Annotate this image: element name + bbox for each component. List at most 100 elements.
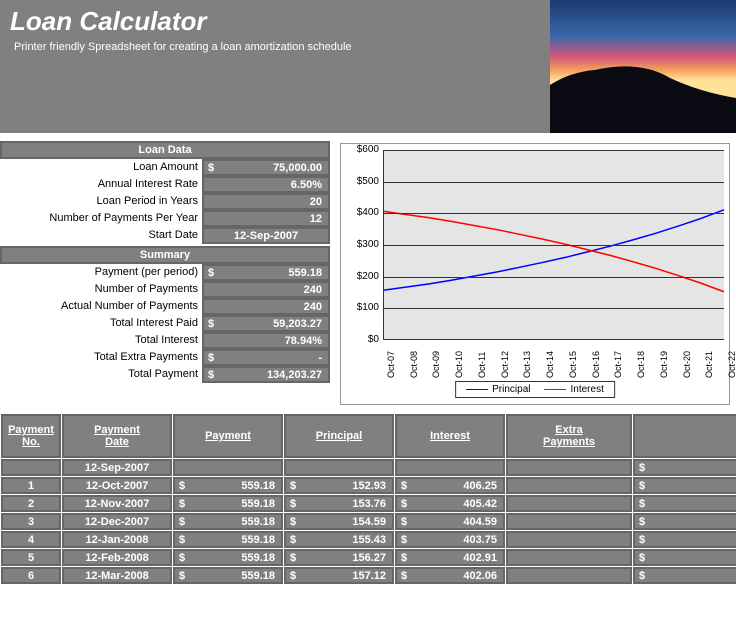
left-panel: Loan Data Loan Amount$75,000.00Annual In… [0,141,330,405]
col-header: PaymentNo. [1,414,61,458]
chart: $0$100$200$300$400$500$600 Oct-07Oct-08O… [340,143,730,405]
field-value: $59,203.27 [202,315,330,332]
legend-interest: Interest [571,384,604,395]
col-header: PaymentDate [62,414,172,458]
header: Loan Calculator Printer friendly Spreads… [0,0,736,133]
x-tick: Oct-18 [636,351,646,378]
field-label: Total Interest Paid [0,315,202,332]
table-cell: $152.93 [284,477,394,494]
table-row: 112-Oct-2007$559.18$152.93$406.25 $ [1,477,736,494]
table-cell: 5 [1,549,61,566]
table-cell: 12-Dec-2007 [62,513,172,530]
table-cell: $403.75 [395,531,505,548]
table-row: 312-Dec-2007$559.18$154.59$404.59 $ [1,513,736,530]
x-tick: Oct-07 [386,351,396,378]
x-tick: Oct-21 [704,351,714,378]
table-cell: 2 [1,495,61,512]
table-cell: 12-Jan-2008 [62,531,172,548]
x-tick: Oct-08 [409,351,419,378]
x-tick: Oct-19 [659,351,669,378]
table-cell: 12-Mar-2008 [62,567,172,584]
x-tick: Oct-14 [545,351,555,378]
x-tick: Oct-11 [477,352,487,378]
table-cell: 12-Nov-2007 [62,495,172,512]
table-row: 12-Sep-2007 $ [1,459,736,476]
field-label: Total Interest [0,332,202,349]
table-row: 412-Jan-2008$559.18$155.43$403.75$ [1,531,736,548]
field-label: Start Date [0,227,202,244]
legend-principal: Principal [492,384,530,395]
x-tick: Oct-17 [613,351,623,378]
table-cell [506,549,632,566]
table-cell: $ [633,477,736,494]
table-cell: 3 [1,513,61,530]
field-label: Actual Number of Payments [0,298,202,315]
table-cell: 4 [1,531,61,548]
table-cell: $154.59 [284,513,394,530]
table-cell: $ [633,567,736,584]
field-label: Annual Interest Rate [0,176,202,193]
y-tick: $600 [345,144,379,155]
table-cell [506,495,632,512]
table-cell: $ [633,459,736,476]
field-value: $559.18 [202,264,330,281]
table-row: 212-Nov-2007$559.18$153.76$405.42$ [1,495,736,512]
y-tick: $100 [345,302,379,313]
hero-sunset-image [550,0,736,133]
field-label: Number of Payments [0,281,202,298]
table-cell [506,531,632,548]
field-value: $- [202,349,330,366]
y-tick: $200 [345,271,379,282]
table-cell [506,477,632,494]
field-label: Total Extra Payments [0,349,202,366]
table-cell: $404.59 [395,513,505,530]
table-cell [506,459,632,476]
field-label: Loan Period in Years [0,193,202,210]
field-label: Payment (per period) [0,264,202,281]
table-cell: $155.43 [284,531,394,548]
y-tick: $400 [345,207,379,218]
x-tick: Oct-12 [500,351,510,378]
table-cell: 12-Oct-2007 [62,477,172,494]
x-tick: Oct-09 [431,351,441,378]
table-cell: $ [633,513,736,530]
table-cell: $402.91 [395,549,505,566]
amortization-table: PaymentNo.PaymentDatePaymentPrincipalInt… [0,413,736,585]
table-cell: $402.06 [395,567,505,584]
field-value: $134,203.27 [202,366,330,383]
table-cell: $559.18 [173,513,283,530]
table-cell: $559.18 [173,567,283,584]
chart-series-principal [384,210,724,290]
table-cell: 1 [1,477,61,494]
loan-data-heading: Loan Data [0,141,330,159]
field-value: $75,000.00 [202,159,330,176]
table-cell: $ [633,495,736,512]
y-tick: $500 [345,176,379,187]
field-value: 20 [202,193,330,210]
table-cell: $405.42 [395,495,505,512]
table-cell: $559.18 [173,495,283,512]
table-cell [506,513,632,530]
table-cell [506,567,632,584]
table-cell: $156.27 [284,549,394,566]
table-cell: $ [633,549,736,566]
table-cell: 12-Sep-2007 [62,459,172,476]
x-tick: Oct-20 [682,351,692,378]
table-cell: $157.12 [284,567,394,584]
x-tick: Oct-10 [454,351,464,378]
field-value: 78.94% [202,332,330,349]
table-cell [173,459,283,476]
x-tick: Oct-22 [727,351,736,378]
col-header: Principal [284,414,394,458]
table-cell: $406.25 [395,477,505,494]
col-header: Interest [395,414,505,458]
table-cell: $559.18 [173,531,283,548]
table-cell [1,459,61,476]
field-value: 12-Sep-2007 [202,227,330,244]
table-cell [284,459,394,476]
table-cell: $559.18 [173,477,283,494]
x-tick: Oct-16 [591,351,601,378]
table-cell [395,459,505,476]
table-row: 512-Feb-2008$559.18$156.27$402.91$ [1,549,736,566]
table-cell: $559.18 [173,549,283,566]
